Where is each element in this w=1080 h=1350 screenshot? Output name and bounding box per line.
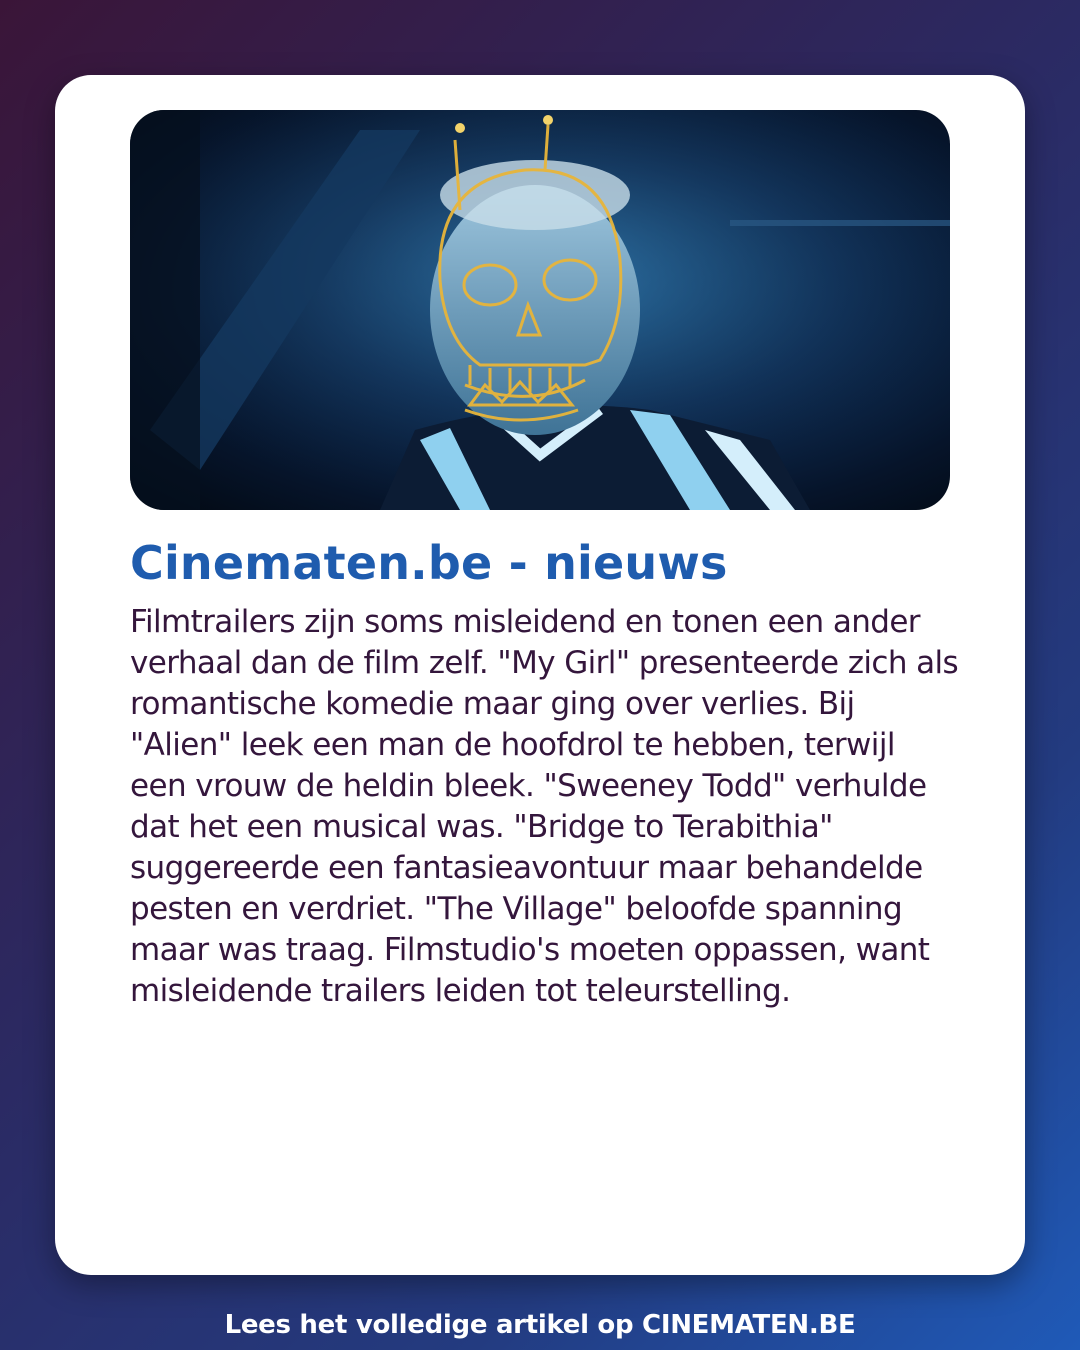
- hero-illustration: [130, 110, 950, 510]
- read-more-link[interactable]: Lees het volledige artikel op CINEMATEN.…: [0, 1305, 1080, 1345]
- article-image[interactable]: [130, 110, 950, 510]
- article-card: Cinematen.be - nieuws Filmtrailers zijn …: [55, 75, 1025, 1275]
- article-summary: Filmtrailers zijn soms misleidend en ton…: [130, 604, 959, 1009]
- article-title: Cinematen.be - nieuws: [130, 536, 728, 590]
